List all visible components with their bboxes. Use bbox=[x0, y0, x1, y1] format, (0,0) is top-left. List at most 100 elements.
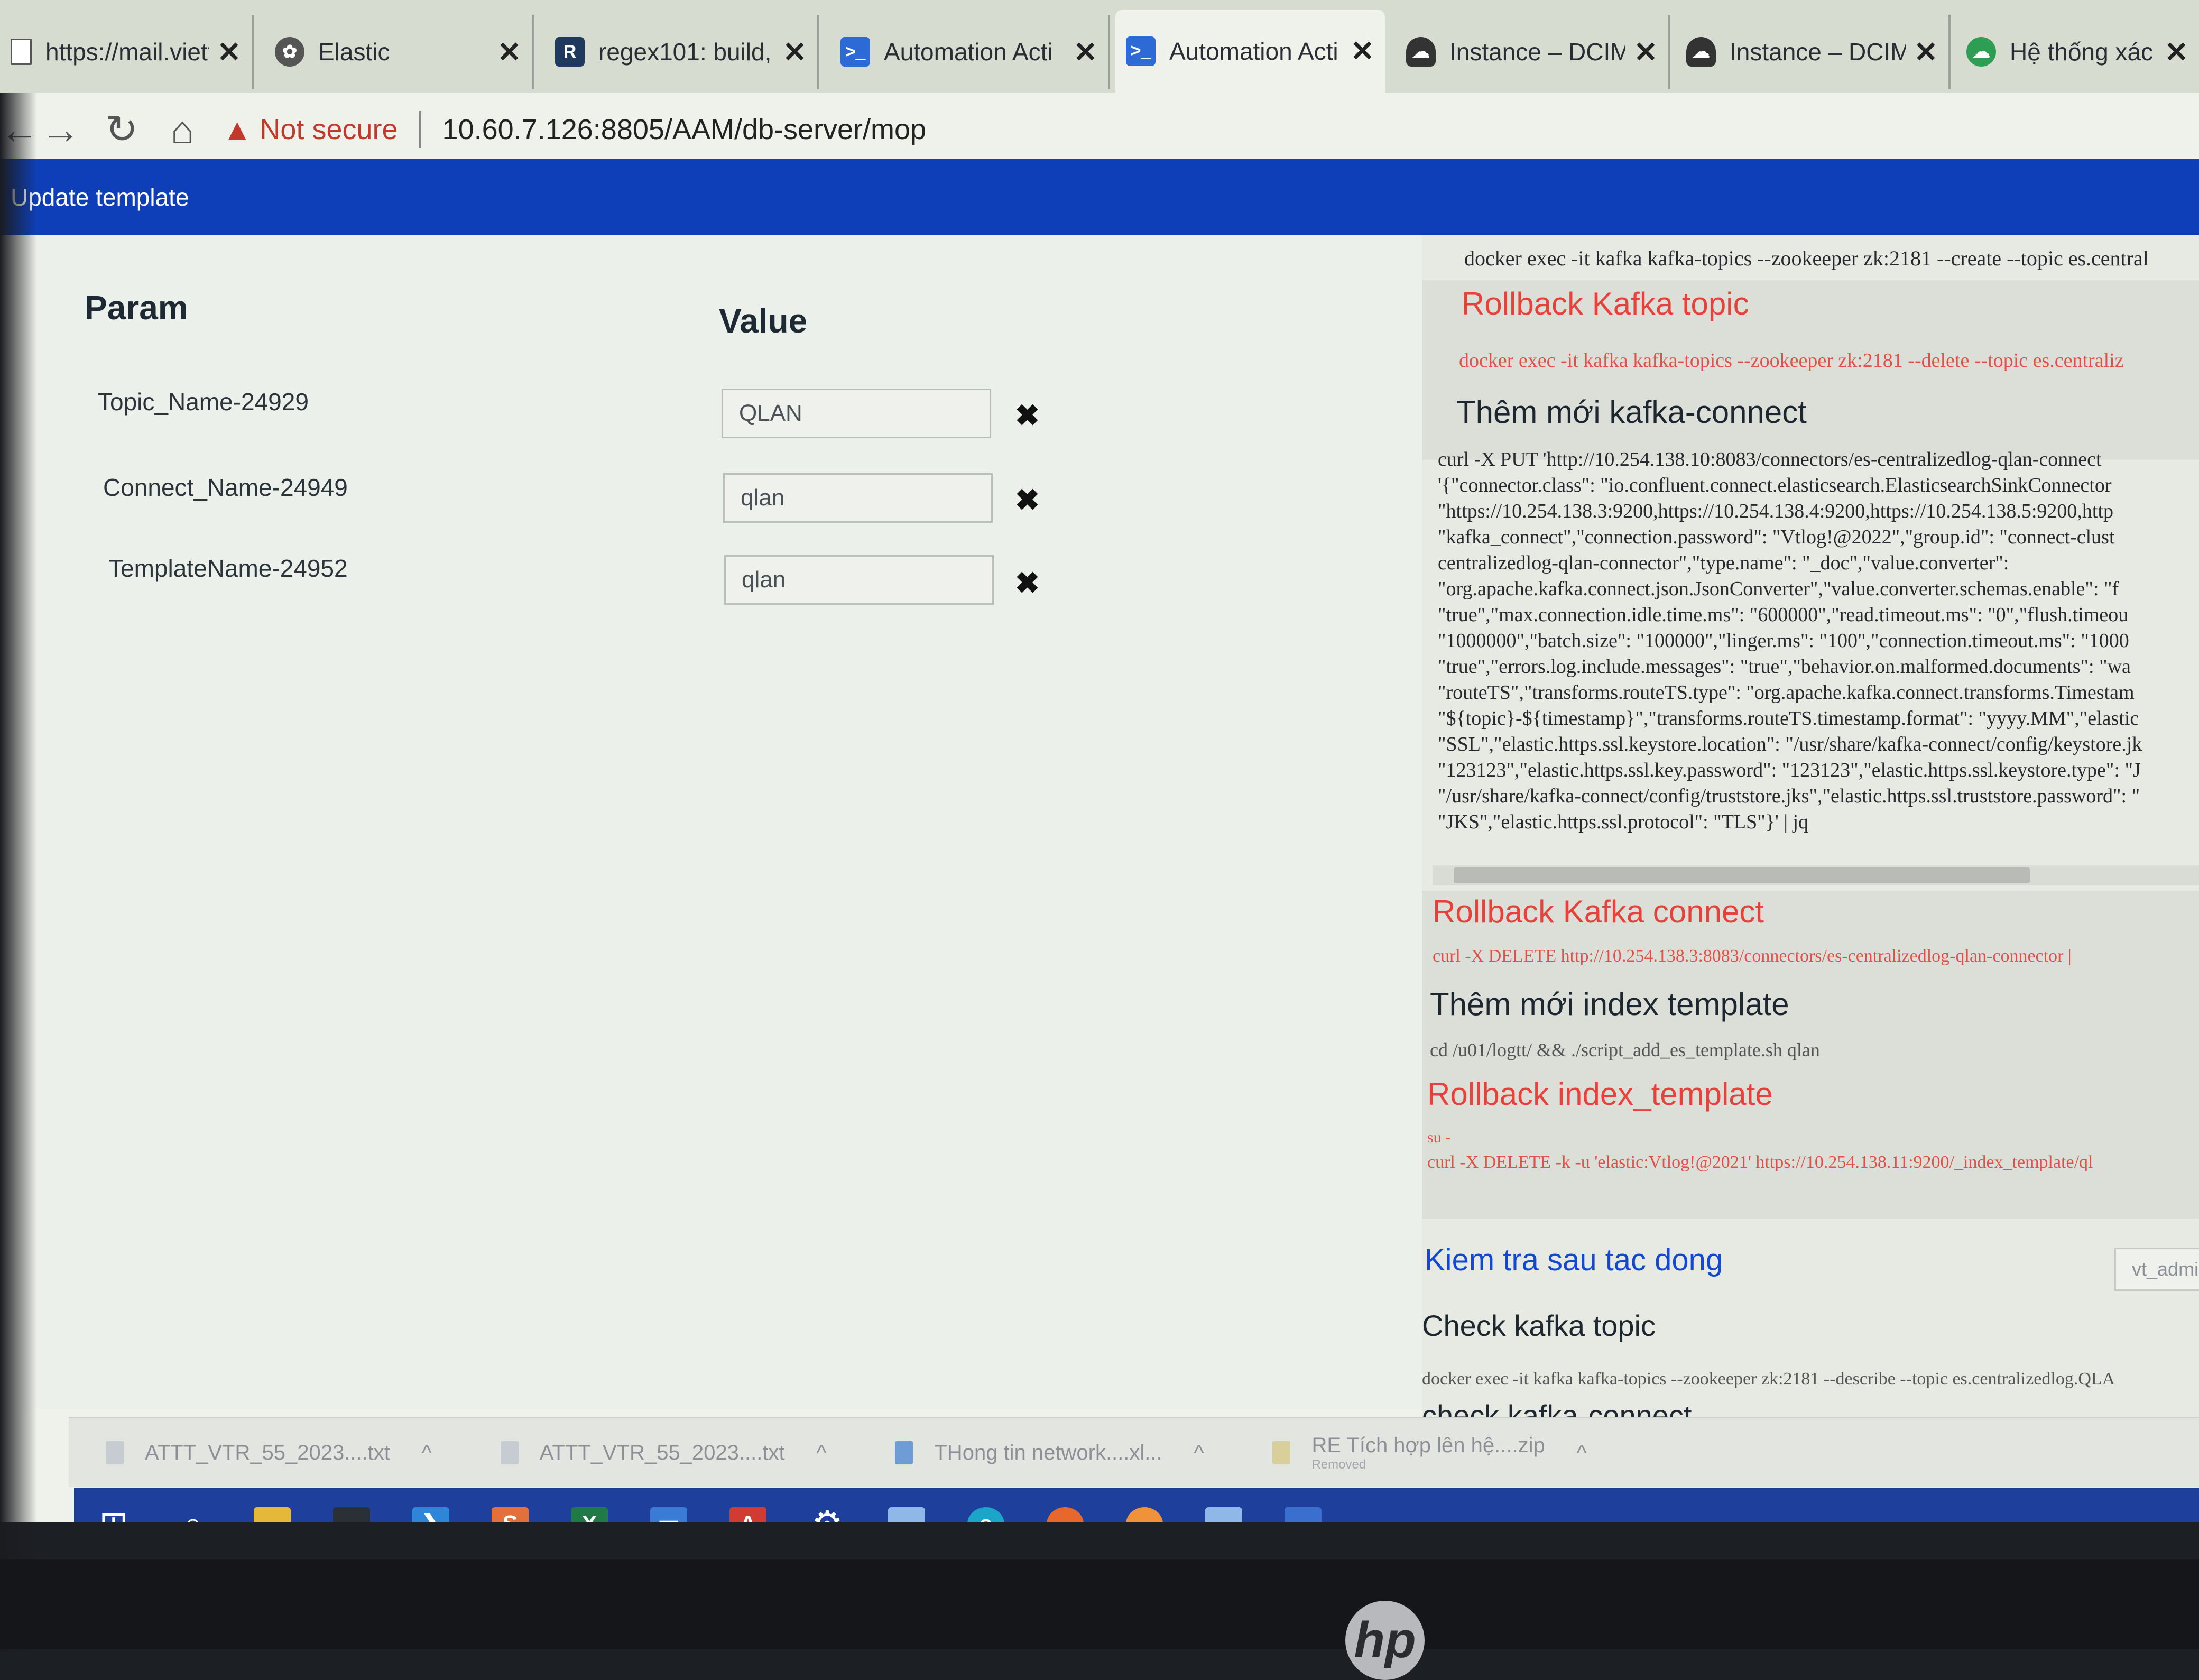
home-icon[interactable]: ⌂ bbox=[153, 107, 211, 152]
security-label[interactable]: Not secure bbox=[260, 113, 398, 146]
mop-panel: docker exec -it kafka kafka-topics --zoo… bbox=[1422, 235, 2199, 1430]
download-item[interactable]: ATTT_VTR_55_2023....txt ^ bbox=[500, 1441, 827, 1465]
file-icon bbox=[106, 1441, 124, 1464]
horizontal-scrollbar[interactable] bbox=[1433, 865, 2199, 885]
app-orange-icon[interactable] bbox=[1105, 1488, 1184, 1522]
notepad2-icon[interactable] bbox=[1184, 1488, 1263, 1522]
reload-icon[interactable]: ↻ bbox=[90, 107, 153, 152]
rollback-template-su: su - bbox=[1427, 1129, 1451, 1146]
cloud-icon: ☁ bbox=[1686, 37, 1716, 67]
regex101-icon: R bbox=[555, 37, 585, 67]
create-topic-command: docker exec -it kafka kafka-topics --zoo… bbox=[1464, 246, 2149, 270]
taskbar: ⊞ ⌕ ▬ ❯ S X ▭ A ⚙ e bbox=[74, 1488, 2199, 1522]
excel-file-icon bbox=[895, 1441, 913, 1464]
code-line: "1000000","batch.size": "100000","linger… bbox=[1438, 630, 2129, 652]
param-value-input[interactable]: qlan bbox=[723, 473, 993, 523]
close-icon[interactable]: ✕ bbox=[783, 35, 807, 69]
hp-logo: hp bbox=[1345, 1601, 1425, 1680]
tab-mail[interactable]: https://mail.viett ✕ bbox=[0, 15, 254, 89]
chevron-up-icon[interactable]: ^ bbox=[1194, 1441, 1204, 1465]
cloud-green-icon: ☁ bbox=[1966, 37, 1996, 67]
vscode-icon[interactable]: ❯ bbox=[391, 1488, 470, 1522]
verify-title: Kiem tra sau tac dong bbox=[1425, 1243, 1723, 1277]
code-line: "123123","elastic.https.ssl.key.password… bbox=[1438, 759, 2141, 781]
downloads-shelf: ATTT_VTR_55_2023....txt ^ ATTT_VTR_55_20… bbox=[69, 1417, 2199, 1487]
close-icon[interactable]: ✕ bbox=[1914, 35, 1938, 69]
divider bbox=[419, 111, 421, 148]
close-icon[interactable]: ✕ bbox=[1351, 34, 1374, 68]
add-template-command: cd /u01/logtt/ && ./script_add_es_templa… bbox=[1430, 1039, 1820, 1060]
param-value-input[interactable]: qlan bbox=[724, 555, 994, 605]
close-icon[interactable]: ✕ bbox=[497, 35, 521, 69]
tab-dcim-2[interactable]: ☁ Instance – DCIM ✕ bbox=[1676, 15, 1951, 89]
code-line: '{"connector.class": "io.confluent.conne… bbox=[1438, 474, 2112, 496]
close-icon[interactable]: ✕ bbox=[2165, 35, 2188, 69]
terminal-app-icon[interactable]: ▬ bbox=[312, 1488, 391, 1522]
notepad-icon[interactable] bbox=[867, 1488, 946, 1522]
scrollbar-thumb[interactable] bbox=[1454, 867, 2030, 883]
remove-param-icon[interactable]: ✖ bbox=[1015, 566, 1040, 601]
tab-elastic[interactable]: ✿ Elastic ✕ bbox=[264, 15, 534, 89]
code-line: "kafka_connect","connection.password": "… bbox=[1438, 526, 2115, 548]
close-icon[interactable]: ✕ bbox=[1634, 35, 1658, 69]
tab-automation-2[interactable]: >_ Automation Acti ✕ bbox=[1115, 10, 1385, 93]
tab-auth-system[interactable]: ☁ Hệ thống xác th ✕ bbox=[1956, 15, 2199, 89]
search-icon[interactable]: ⌕ bbox=[153, 1488, 233, 1522]
code-line: "https://10.254.138.3:9200,https://10.25… bbox=[1438, 500, 2114, 522]
remove-param-icon[interactable]: ✖ bbox=[1015, 398, 1040, 433]
tab-automation-1[interactable]: >_ Automation Acti ✕ bbox=[830, 15, 1110, 89]
file-icon bbox=[500, 1441, 519, 1464]
add-connect-title: Thêm mới kafka-connect bbox=[1456, 394, 1807, 430]
tab-dcim-1[interactable]: ☁ Instance – DCIM ✕ bbox=[1396, 15, 1670, 89]
omnibox[interactable]: ▲ Not secure 10.60.7.126:8805/AAM/db-ser… bbox=[222, 102, 2188, 157]
param-panel: Param Value Topic_Name-24929 QLAN ✖ Conn… bbox=[21, 235, 1448, 1409]
close-icon[interactable]: ✕ bbox=[1074, 35, 1097, 69]
remove-param-icon[interactable]: ✖ bbox=[1015, 483, 1040, 518]
network-icon[interactable] bbox=[1263, 1488, 1343, 1522]
elastic-icon: ✿ bbox=[275, 37, 304, 67]
app-header-bar: Update template bbox=[0, 159, 2199, 235]
download-item[interactable]: ATTT_VTR_55_2023....txt ^ bbox=[106, 1441, 432, 1465]
download-name: THong tin network....xl... bbox=[934, 1441, 1162, 1464]
settings-icon[interactable]: ⚙ bbox=[788, 1488, 867, 1522]
tab-label: Elastic bbox=[318, 38, 390, 66]
download-name: RE Tích hợp lên hệ....zip bbox=[1311, 1433, 1545, 1457]
login-field[interactable]: vt_admin bbox=[2114, 1248, 2199, 1291]
pdf-icon[interactable]: A bbox=[708, 1488, 788, 1522]
url-text[interactable]: 10.60.7.126:8805/AAM/db-server/mop bbox=[442, 113, 927, 146]
rollback-template-command: curl -X DELETE -k -u 'elastic:Vtlog!@202… bbox=[1427, 1152, 2093, 1172]
edge-icon[interactable]: e bbox=[946, 1488, 1025, 1522]
remote-desktop-icon[interactable]: ▭ bbox=[629, 1488, 708, 1522]
chevron-up-icon[interactable]: ^ bbox=[422, 1441, 432, 1465]
download-name: ATTT_VTR_55_2023....txt bbox=[145, 1441, 390, 1464]
sublime-icon[interactable]: S bbox=[470, 1488, 550, 1522]
screen: https://mail.viett ✕ ✿ Elastic ✕ R regex… bbox=[0, 0, 2199, 1522]
rollback-topic-command: docker exec -it kafka kafka-topics --zoo… bbox=[1459, 349, 2124, 372]
download-item[interactable]: RE Tích hợp lên hệ....zip Removed ^ bbox=[1272, 1433, 1587, 1472]
download-name: ATTT_VTR_55_2023....txt bbox=[539, 1441, 785, 1464]
close-icon[interactable]: ✕ bbox=[217, 35, 241, 69]
tab-label: Instance – DCIM bbox=[1449, 38, 1625, 66]
tab-label: regex101: build, bbox=[598, 38, 772, 66]
chevron-up-icon[interactable]: ^ bbox=[817, 1441, 827, 1465]
code-line: "${topic}-${timestamp}","transforms.rout… bbox=[1438, 707, 2139, 730]
code-line: "true","errors.log.include.messages": "t… bbox=[1438, 656, 2131, 678]
tab-regex101[interactable]: R regex101: build, ✕ bbox=[544, 15, 819, 89]
cloud-icon: ☁ bbox=[1406, 37, 1436, 67]
code-line: "JKS","elastic.https.ssl.protocol": "TLS… bbox=[1438, 811, 1809, 833]
download-item[interactable]: THong tin network....xl... ^ bbox=[895, 1441, 1204, 1465]
rollback-template-title: Rollback index_template bbox=[1427, 1076, 1773, 1112]
chevron-up-icon[interactable]: ^ bbox=[1577, 1441, 1587, 1465]
monitor-bezel-left bbox=[0, 93, 37, 1652]
param-value-input[interactable]: QLAN bbox=[722, 389, 991, 438]
file-explorer-icon[interactable] bbox=[233, 1488, 312, 1522]
rollback-connect-title: Rollback Kafka connect bbox=[1433, 894, 1764, 929]
forward-icon[interactable]: → bbox=[32, 107, 90, 152]
param-header: Param bbox=[85, 289, 188, 327]
firefox-icon[interactable] bbox=[1025, 1488, 1105, 1522]
update-template-link[interactable]: Update template bbox=[11, 183, 189, 211]
windows-start-icon[interactable]: ⊞ bbox=[74, 1488, 153, 1522]
terminal-icon: >_ bbox=[1126, 36, 1156, 66]
check-topic-command: docker exec -it kafka kafka-topics --zoo… bbox=[1422, 1369, 2115, 1389]
excel-icon[interactable]: X bbox=[550, 1488, 629, 1522]
